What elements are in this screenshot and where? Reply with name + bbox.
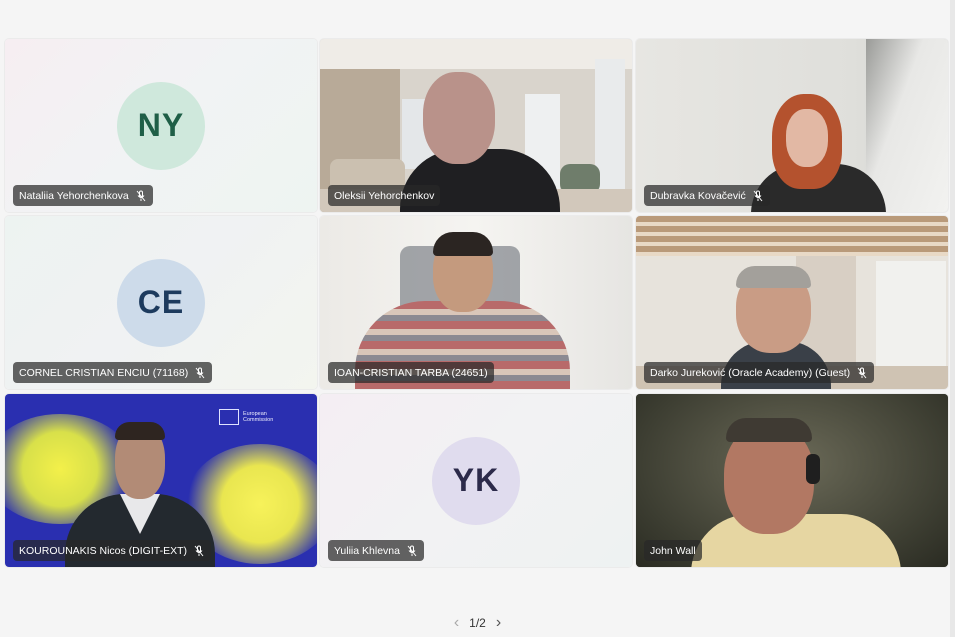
eu-flag-icon — [219, 409, 239, 425]
participant-name: John Wall — [650, 544, 696, 557]
participant-name: IOAN-CRISTIAN TARBA (24651) — [334, 366, 488, 379]
avatar: NY — [117, 81, 205, 170]
mic-off-icon — [407, 545, 417, 556]
mic-off-icon — [195, 367, 205, 378]
participant-name: Dubravka Kovačević — [650, 189, 746, 202]
avatar: YK — [432, 436, 520, 525]
participant-name-tag: Yuliia Khlevna — [328, 540, 424, 561]
participant-name-tag: Dubravka Kovačević — [644, 185, 770, 206]
participant-name-tag: Nataliia Yehorchenkova — [13, 185, 153, 206]
participant-name-tag: Darko Jureković (Oracle Academy) (Guest) — [644, 362, 875, 383]
participant-tile[interactable]: Oleksii Yehorchenkov — [320, 39, 632, 212]
participant-name-tag: KOUROUNAKIS Nicos (DIGIT-EXT) — [13, 540, 212, 561]
participant-name-tag: CORNEL CRISTIAN ENCIU (71168) — [13, 362, 213, 383]
logo-text: European Commission — [243, 411, 274, 423]
pagination: ‹ 1/2 › — [0, 612, 955, 634]
participant-name-tag: John Wall — [644, 540, 702, 561]
avatar: CE — [117, 258, 205, 347]
mic-off-icon — [136, 190, 146, 201]
participant-tile[interactable]: European Commission KOUROUNAKIS Nicos (D… — [5, 394, 317, 567]
participant-tile[interactable]: Darko Jureković (Oracle Academy) (Guest) — [636, 216, 948, 389]
participant-name: Nataliia Yehorchenkova — [19, 189, 129, 202]
scrollbar[interactable] — [950, 0, 955, 637]
participant-tile[interactable]: NY Nataliia Yehorchenkova — [5, 39, 317, 212]
participant-name-tag: IOAN-CRISTIAN TARBA (24651) — [328, 362, 494, 383]
participant-name: Oleksii Yehorchenkov — [334, 189, 435, 202]
participant-name-tag: Oleksii Yehorchenkov — [328, 185, 441, 206]
mic-off-icon — [194, 545, 204, 556]
participant-name: CORNEL CRISTIAN ENCIU (71168) — [19, 366, 189, 379]
chevron-left-icon[interactable]: ‹ — [454, 615, 459, 631]
chevron-right-icon[interactable]: › — [496, 615, 501, 631]
participant-tile[interactable]: John Wall — [636, 394, 948, 567]
mic-off-icon — [753, 190, 763, 201]
page-indicator: 1/2 — [469, 616, 486, 630]
participant-tile[interactable]: CE CORNEL CRISTIAN ENCIU (71168) — [5, 216, 317, 389]
participant-tile[interactable]: IOAN-CRISTIAN TARBA (24651) — [320, 216, 632, 389]
participant-tile[interactable]: YK Yuliia Khlevna — [320, 394, 632, 567]
video-grid: NY Nataliia Yehorchenkova Oleksii Yehorc… — [0, 0, 955, 600]
european-commission-logo: European Commission — [219, 409, 277, 425]
participant-name: Yuliia Khlevna — [334, 544, 400, 557]
mic-off-icon — [857, 367, 867, 378]
participant-name: KOUROUNAKIS Nicos (DIGIT-EXT) — [19, 544, 188, 557]
participant-name: Darko Jureković (Oracle Academy) (Guest) — [650, 366, 851, 379]
participant-tile[interactable]: Dubravka Kovačević — [636, 39, 948, 212]
